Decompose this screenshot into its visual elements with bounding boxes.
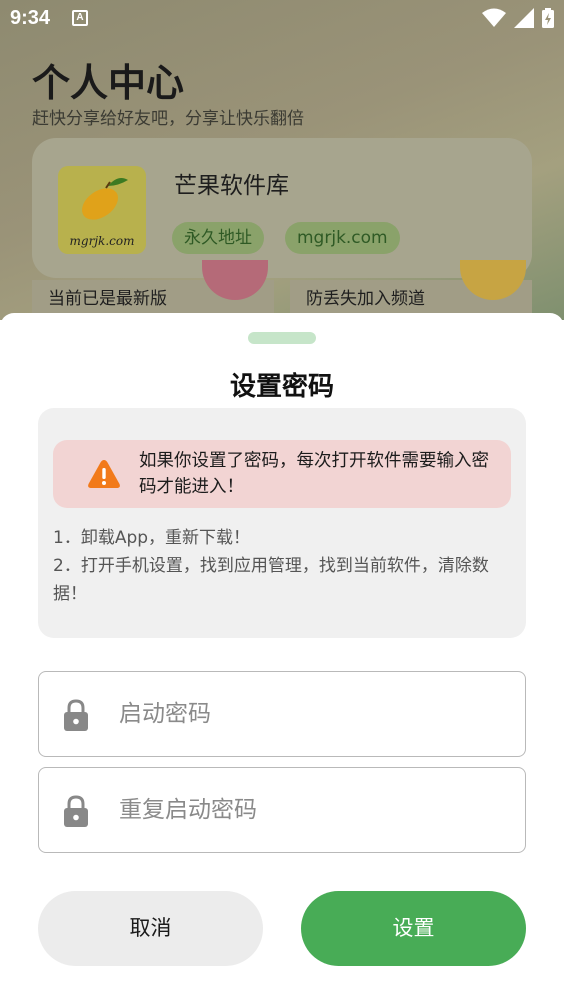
cancel-button[interactable]: 取消 xyxy=(38,891,263,966)
app-logo: mgrjk.com xyxy=(58,166,146,254)
status-time: 9:34 xyxy=(10,7,51,29)
status-icons xyxy=(482,8,554,28)
battery-icon xyxy=(542,8,554,28)
mango-icon xyxy=(81,178,128,220)
tag-permanent-address: 永久地址 xyxy=(172,222,264,254)
lock-icon xyxy=(64,795,88,827)
heart-icon xyxy=(202,260,268,300)
tip-reinstall: 1．卸载App，重新下载！ xyxy=(53,528,251,548)
warning-icon xyxy=(88,460,120,488)
password-field[interactable] xyxy=(38,671,526,757)
sheet-drag-handle[interactable] xyxy=(248,332,316,344)
tip-clear-data: 2．打开手机设置，找到应用管理，找到当前软件，清除数据！ xyxy=(53,556,489,604)
set-password-sheet: 设置密码 如果你设置了密码，每次打开软件需要输入密码才能进入！ 1．卸载App，… xyxy=(0,313,564,1004)
warning-text: 如果你设置了密码，每次打开软件需要输入密码才能进入！ xyxy=(139,451,489,497)
background-page: 9:34 A 个人中心 赶快分享给好友吧，分享让快乐翻倍 mgrjk.com 芒… xyxy=(0,0,564,320)
app-card: mgrjk.com 芒果软件库 永久地址 mgrjk.com xyxy=(32,138,532,278)
info-box: 如果你设置了密码，每次打开软件需要输入密码才能进入！ 1．卸载App，重新下载！… xyxy=(38,408,526,638)
set-password-button[interactable]: 设置 xyxy=(301,891,526,966)
sheet-title: 设置密码 xyxy=(229,372,334,402)
wifi-icon xyxy=(482,8,506,27)
page-title: 个人中心 xyxy=(32,61,185,105)
signal-icon xyxy=(514,8,534,28)
page-subtitle: 赶快分享给好友吧，分享让快乐翻倍 xyxy=(32,109,304,129)
mini-card-label: 当前已是最新版 xyxy=(48,289,167,309)
tag-domain: mgrjk.com xyxy=(285,222,400,254)
notification-badge: A xyxy=(72,10,88,26)
app-name: 芒果软件库 xyxy=(174,173,289,199)
repeat-password-input[interactable] xyxy=(119,786,509,834)
lock-icon xyxy=(64,699,88,731)
warning-box: 如果你设置了密码，每次打开软件需要输入密码才能进入！ xyxy=(53,440,511,508)
coin-icon xyxy=(460,260,526,300)
app-logo-text: mgrjk.com xyxy=(69,234,135,248)
status-bar: 9:34 A xyxy=(0,0,564,36)
repeat-password-field[interactable] xyxy=(38,767,526,853)
password-input[interactable] xyxy=(119,690,509,738)
mini-card-label: 防丢失加入频道 xyxy=(306,289,425,309)
